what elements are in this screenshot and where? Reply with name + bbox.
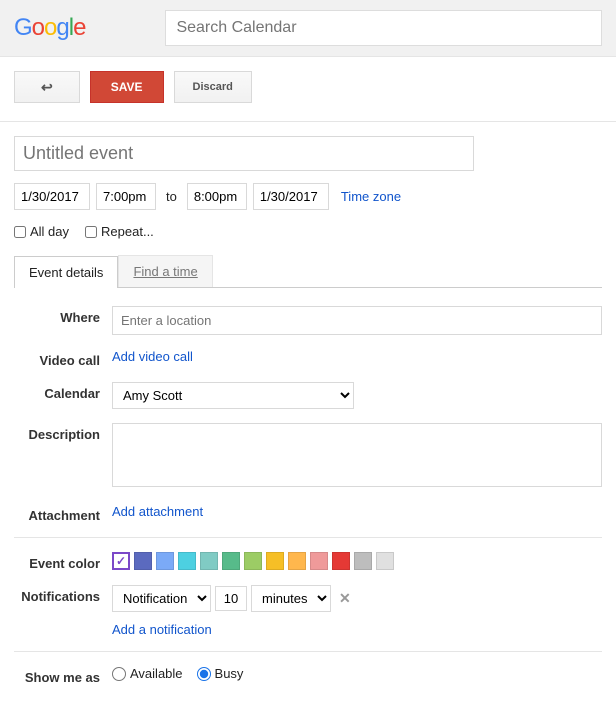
color-swatches (112, 552, 602, 570)
remove-notification-icon[interactable]: ✕ (339, 590, 351, 607)
search-input[interactable] (165, 10, 602, 46)
description-label: Description (14, 423, 112, 442)
notification-row: Notification minutes ✕ (112, 585, 602, 612)
tabs: Event details Find a time (14, 255, 602, 288)
color-swatch[interactable] (222, 552, 240, 570)
event-color-label: Event color (14, 552, 112, 571)
save-button[interactable]: SAVE (90, 71, 164, 103)
tab-find-a-time[interactable]: Find a time (118, 255, 212, 287)
available-label: Available (130, 666, 183, 681)
video-call-label: Video call (14, 349, 112, 368)
color-swatch[interactable] (178, 552, 196, 570)
color-swatch[interactable] (266, 552, 284, 570)
notification-value-input[interactable] (215, 586, 247, 611)
color-swatch[interactable] (134, 552, 152, 570)
notification-type-select[interactable]: Notification (112, 585, 211, 612)
color-swatch[interactable] (376, 552, 394, 570)
tab-event-details[interactable]: Event details (14, 256, 118, 288)
calendar-select[interactable]: Amy Scott (112, 382, 354, 409)
where-label: Where (14, 306, 112, 325)
divider (14, 651, 602, 652)
all-day-label: All day (30, 224, 69, 239)
timezone-link[interactable]: Time zone (341, 189, 401, 204)
to-label: to (166, 189, 177, 204)
start-date-input[interactable] (14, 183, 90, 210)
calendar-label: Calendar (14, 382, 112, 401)
show-me-as-label: Show me as (14, 666, 112, 685)
divider (14, 537, 602, 538)
color-swatch[interactable] (112, 552, 130, 570)
color-swatch[interactable] (354, 552, 372, 570)
start-time-input[interactable] (96, 183, 156, 210)
available-radio[interactable]: Available (112, 666, 183, 681)
event-title-input[interactable] (14, 136, 474, 171)
color-swatch[interactable] (200, 552, 218, 570)
color-swatch[interactable] (288, 552, 306, 570)
color-swatch[interactable] (332, 552, 350, 570)
end-time-input[interactable] (187, 183, 247, 210)
google-logo[interactable]: Google (14, 14, 85, 42)
action-bar: ↩ SAVE Discard (0, 57, 616, 122)
color-swatch[interactable] (310, 552, 328, 570)
notifications-label: Notifications (14, 585, 112, 604)
add-video-call-link[interactable]: Add video call (112, 349, 193, 364)
form-area: to Time zone All day Repeat... Event det… (0, 122, 616, 713)
busy-label: Busy (215, 666, 244, 681)
show-me-as-row: Available Busy (112, 666, 602, 681)
check-row: All day Repeat... (14, 224, 602, 239)
busy-radio[interactable]: Busy (197, 666, 244, 681)
topbar: Google (0, 0, 616, 57)
notification-unit-select[interactable]: minutes (251, 585, 331, 612)
description-textarea[interactable] (112, 423, 602, 487)
back-button[interactable]: ↩ (14, 71, 80, 103)
date-row: to Time zone (14, 183, 602, 210)
where-input[interactable] (112, 306, 602, 335)
repeat-label: Repeat... (101, 224, 154, 239)
color-swatch[interactable] (156, 552, 174, 570)
add-notification-link[interactable]: Add a notification (112, 622, 212, 637)
discard-button[interactable]: Discard (174, 71, 252, 103)
attachment-label: Attachment (14, 504, 112, 523)
add-attachment-link[interactable]: Add attachment (112, 504, 203, 519)
repeat-checkbox[interactable]: Repeat... (85, 224, 154, 239)
event-details-panel: Where Video call Add video call Calendar… (14, 288, 602, 685)
end-date-input[interactable] (253, 183, 329, 210)
color-swatch[interactable] (244, 552, 262, 570)
all-day-checkbox[interactable]: All day (14, 224, 69, 239)
search-wrap (165, 10, 602, 46)
